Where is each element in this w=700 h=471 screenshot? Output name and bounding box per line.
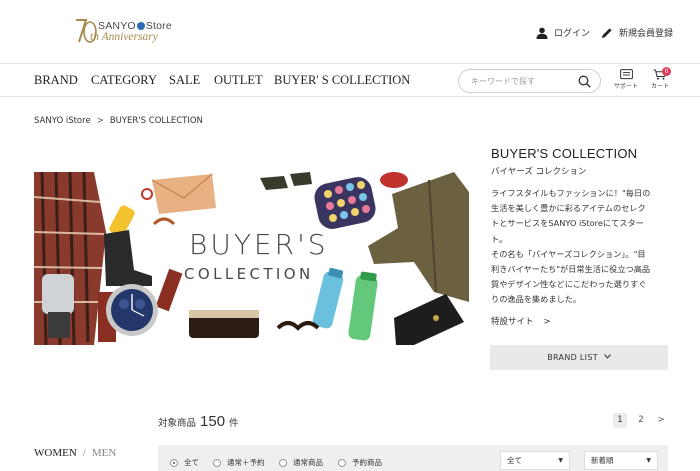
register-link[interactable]: 新規会員登録 <box>601 26 673 39</box>
nav-outlet[interactable]: OUTLET <box>214 73 263 88</box>
chevron-right-icon: > <box>543 317 551 327</box>
brand-list-button[interactable]: BRAND LIST <box>490 345 668 370</box>
polka-dot-bag-icon <box>314 177 376 229</box>
collection-banner[interactable]: BUYER'S COLLECTION <box>34 172 469 345</box>
breadcrumb-home[interactable]: SANYO iStore <box>34 116 91 126</box>
radio-unselected-icon <box>338 458 346 467</box>
envelope-clutch-icon <box>151 173 216 214</box>
nav-category[interactable]: CATEGORY <box>91 73 157 88</box>
login-label: ログイン <box>554 29 591 39</box>
shoe-brush-icon <box>189 310 259 338</box>
store-logo[interactable]: SANYO Store th Anniversary <box>72 14 190 48</box>
result-count-number: 150 <box>200 413 226 430</box>
radio-label: 予約商品 <box>352 458 382 467</box>
leather-wallet-icon <box>394 294 464 345</box>
user-icon <box>536 27 548 39</box>
blue-bottle-icon <box>312 267 344 329</box>
result-count: 対象商品 150 件 <box>158 413 239 430</box>
description-line: 生活を美しく豊かに彩るアイテムのセレク <box>491 203 646 214</box>
filter-bar: 全て 通常＋予約 通常商品 予約商品 全て ▼ 新着順 ▼ <box>158 445 668 471</box>
logo-anniversary-text: th Anniversary <box>90 31 158 43</box>
radio-label: 全て <box>184 458 199 467</box>
nav-sale[interactable]: SALE <box>169 73 200 88</box>
page-2-button[interactable]: 2 <box>634 413 648 428</box>
result-count-unit: 件 <box>229 418 239 429</box>
radio-normal[interactable]: 通常商品 <box>279 457 323 468</box>
sort-value: 新着順 <box>591 456 614 465</box>
gender-women[interactable]: WOMEN <box>34 447 77 459</box>
red-pouch-icon <box>380 172 408 188</box>
search-input[interactable] <box>471 74 571 89</box>
radio-unselected-icon <box>213 458 221 467</box>
support-icon <box>619 69 633 80</box>
result-count-label: 対象商品 <box>158 418 197 429</box>
brand-list-label: BRAND LIST <box>547 353 598 362</box>
nav-brand[interactable]: BRAND <box>34 73 78 88</box>
description-line: トとサービスをSANYO iStoreにてスター <box>491 218 644 229</box>
cart-count-badge: 0 <box>662 67 671 76</box>
description-line: その名も「バイヤーズコレクション」。"目 <box>491 248 646 259</box>
radio-preorder[interactable]: 予約商品 <box>338 457 382 468</box>
gender-separator: / <box>82 447 86 459</box>
description-line: りの逸品を集めました。 <box>491 294 582 305</box>
banner-title-line2: COLLECTION <box>184 265 314 283</box>
sunglasses-icon <box>260 172 312 190</box>
rain-boot-icon <box>104 230 152 286</box>
cart-label: カート <box>650 83 669 90</box>
site-header: SANYO Store th Anniversary ログイン 新規会員登録 <box>0 0 700 64</box>
chevron-down-icon <box>603 354 611 359</box>
description-line: ト。 <box>491 233 508 244</box>
radio-unselected-icon <box>279 458 287 467</box>
radio-label: 通常＋予約 <box>227 458 265 467</box>
green-bottle-icon <box>348 271 378 341</box>
dropdown-caret-icon: ▼ <box>646 457 651 464</box>
page-1-button[interactable]: 1 <box>613 413 627 428</box>
logo-dot-icon <box>136 22 145 30</box>
banner-title-line1: BUYER'S <box>189 228 329 261</box>
radio-all[interactable]: 全て <box>170 457 199 468</box>
login-link[interactable]: ログイン <box>536 26 590 39</box>
stock-filter-select[interactable]: 全て ▼ <box>500 451 570 470</box>
radio-label: 通常商品 <box>293 458 323 467</box>
collection-title: BUYER'S COLLECTION <box>491 146 638 161</box>
register-label: 新規会員登録 <box>619 29 674 39</box>
bracelet-icon <box>152 217 176 226</box>
breadcrumb-separator: > <box>96 116 104 126</box>
description-line: 質やデザイン性などにこだわった選りすぐ <box>491 279 647 290</box>
dropdown-caret-icon: ▼ <box>558 457 563 464</box>
pencil-icon <box>602 27 612 38</box>
support-label: サポート <box>613 83 638 90</box>
khaki-jacket-icon <box>368 172 469 302</box>
main-nav: BRAND CATEGORY SALE OUTLET BUYER' S COLL… <box>0 63 700 97</box>
nav-buyers-collection[interactable]: BUYER' S COLLECTION <box>274 73 410 88</box>
support-link[interactable]: サポート <box>613 69 639 90</box>
yellow-bottle-icon <box>109 188 153 237</box>
radio-normal-and-preorder[interactable]: 通常＋予約 <box>213 457 265 468</box>
description-line: 利きバイヤーたち"が日常生活に役立つ高品 <box>491 264 651 275</box>
search-box <box>458 69 601 93</box>
search-icon[interactable] <box>578 75 591 88</box>
collection-subtitle: バイヤーズ コレクション <box>491 167 587 177</box>
breadcrumb-current: BUYER'S COLLECTION <box>109 116 203 126</box>
description-line: ライフスタイルもファッションに！"毎日の <box>491 188 651 198</box>
special-site-label: 特設サイト <box>491 317 534 327</box>
stock-filter-value: 全て <box>507 456 522 465</box>
radio-selected-icon <box>170 458 178 467</box>
next-page-button[interactable]: > <box>654 413 668 428</box>
gender-switch: WOMEN / MEN <box>34 447 116 459</box>
breadcrumb: SANYO iStore > BUYER'S COLLECTION <box>34 116 203 126</box>
sort-select[interactable]: 新着順 ▼ <box>584 451 658 470</box>
cart-link[interactable]: 0 カート <box>647 67 673 90</box>
collection-description: ライフスタイルもファッションに！"毎日の 生活を美しく豊かに彩るアイテムのセレク… <box>491 186 671 308</box>
glasses-icon <box>276 321 320 331</box>
special-site-link[interactable]: 特設サイト > <box>491 315 551 327</box>
gender-men[interactable]: MEN <box>92 447 116 459</box>
